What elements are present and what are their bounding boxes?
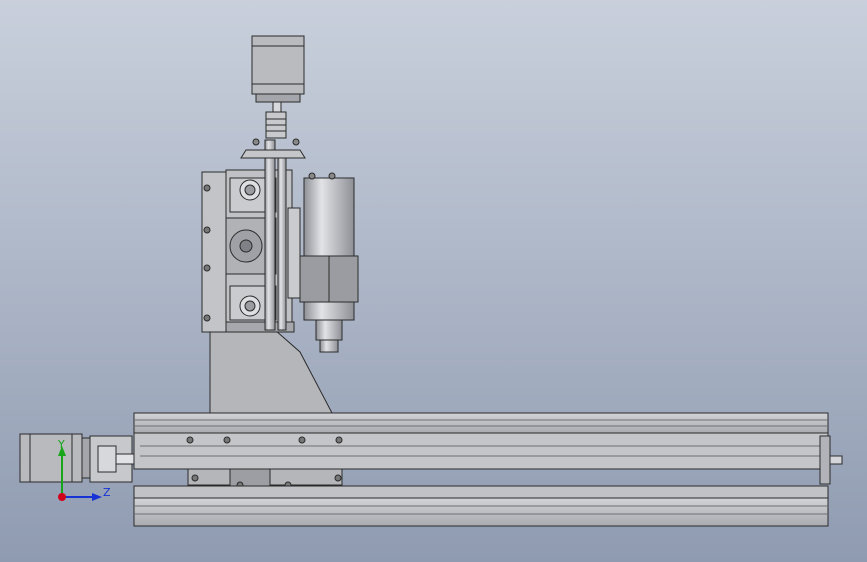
- lower-rail: [133, 485, 829, 527]
- y-stepper-motor: [19, 433, 135, 483]
- cnc-machine-drawing: Y Z: [0, 0, 867, 562]
- x-axis-dot-icon: [58, 493, 66, 501]
- z-lead-screw: [264, 139, 287, 331]
- y-axis-label: Y: [57, 438, 65, 451]
- z-stepper-motor: [251, 35, 305, 113]
- cad-viewport[interactable]: Y Z: [0, 0, 867, 562]
- aluminum-extrusion-rail: [133, 412, 829, 470]
- shaft-coupler: [265, 111, 287, 139]
- z-axis-label: Z: [103, 486, 111, 499]
